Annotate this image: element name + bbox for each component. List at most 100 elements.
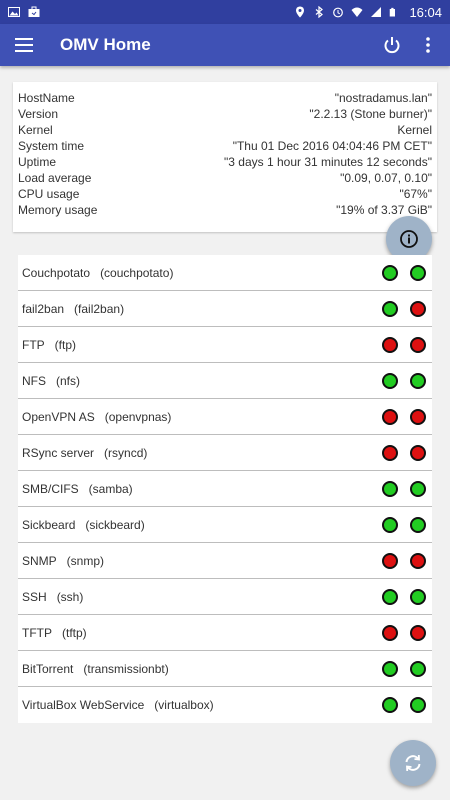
running-status-dot [410,697,426,713]
service-name: NFS [22,373,46,388]
service-name: VirtualBox WebService [22,698,145,712]
alarm-icon [333,7,344,18]
service-status-indicators [382,624,432,641]
services-list: Couchpotato (couchpotato) fail2ban (fail2ba… [18,255,432,723]
service-status-indicators [382,552,432,569]
info-value: "3 days 1 hour 31 minutes 12 seconds" [224,155,432,169]
info-row-cpu-usage: CPU usage "67%" [18,186,432,202]
enabled-status-dot [382,372,398,389]
service-name: FTP [22,337,45,352]
enabled-status-dot [382,480,398,497]
enabled-status-dot [382,336,398,353]
refresh-fab[interactable] [390,740,436,786]
signal-icon [371,7,382,17]
service-id: (samba) [88,481,133,496]
service-name: fail2ban [22,301,65,316]
service-name: SSH [22,589,47,604]
info-value: "19% of 3.37 GiB" [336,203,432,217]
system-info-card: HostName "nostradamus.lan" Version "2.2.13… [13,82,437,232]
service-id: (fail2ban) [74,301,125,316]
service-status-indicators [382,372,432,389]
info-key: HostName [18,91,75,105]
info-key: Uptime [18,155,57,169]
service-status-indicators [382,660,432,677]
clock: 16:04 [409,4,442,20]
briefcase-icon [28,6,40,17]
service-row[interactable]: RSync server (rsyncd) [18,435,432,471]
service-name: SNMP [22,553,57,568]
running-status-dot [410,660,426,677]
running-status-dot [410,624,426,641]
enabled-status-dot [382,552,398,569]
more-options-button[interactable] [410,24,446,66]
running-status-dot [410,552,426,569]
running-status-dot [410,516,426,533]
service-status-indicators [382,588,432,605]
service-row[interactable]: Sickbeard (sickbeard) [18,507,432,543]
service-status-indicators [382,516,432,533]
service-id: (openvpnas) [104,409,172,424]
service-id: (rsyncd) [104,445,148,460]
info-row-memory-usage: Memory usage "19% of 3.37 GiB" [18,202,432,218]
info-key: Memory usage [18,203,98,217]
service-name: OpenVPN AS [22,409,95,424]
info-value: "nostradamus.lan" [334,91,432,105]
service-row[interactable]: VirtualBox WebService (virtualbox) [18,687,432,723]
running-status-dot [410,372,426,389]
enabled-status-dot [382,624,398,641]
enabled-status-dot [382,660,398,677]
service-id: (snmp) [66,553,105,568]
menu-button[interactable] [0,24,48,66]
service-row[interactable]: Couchpotato (couchpotato) [18,255,432,291]
service-row[interactable]: NFS (nfs) [18,363,432,399]
app-bar: OMV Home [0,24,450,66]
info-value: Kernel [397,123,432,137]
service-id: (couchpotato) [100,265,174,280]
power-icon [384,37,400,54]
service-id: (virtualbox) [154,698,214,712]
enabled-status-dot [382,300,398,317]
service-id: (ftp) [54,337,77,352]
service-row[interactable]: SSH (ssh) [18,579,432,615]
service-row[interactable]: SNMP (snmp) [18,543,432,579]
service-status-indicators [382,444,432,461]
info-key: Kernel [18,123,53,137]
service-status-indicators [382,480,432,497]
service-id: (transmissionbt) [83,661,169,676]
bluetooth-icon [316,6,324,18]
wifi-icon [351,7,363,17]
service-row[interactable]: FTP (ftp) [18,327,432,363]
info-value: "0.09, 0.07, 0.10" [340,171,432,185]
battery-icon [390,7,396,17]
info-key: Version [18,107,59,121]
service-name: TFTP [22,625,52,640]
service-row[interactable]: TFTP (tftp) [18,615,432,651]
service-row[interactable]: OpenVPN AS (openvpnas) [18,399,432,435]
info-row-system-time: System time "Thu 01 Dec 2016 04:04:46 PM … [18,138,432,154]
refresh-icon [405,754,421,772]
enabled-status-dot [382,697,398,713]
service-row[interactable]: BitTorrent (transmissionbt) [18,651,432,687]
service-row[interactable]: fail2ban (fail2ban) [18,291,432,327]
service-status-indicators [382,697,432,713]
menu-icon [15,38,33,52]
page-title: OMV Home [60,35,151,54]
running-status-dot [410,408,426,425]
info-key: Load average [18,171,92,185]
info-row-load-average: Load average "0.09, 0.07, 0.10" [18,170,432,186]
running-status-dot [410,444,426,461]
info-value: "2.2.13 (Stone burner)" [309,107,432,121]
service-id: (ssh) [56,589,84,604]
running-status-dot [410,480,426,497]
service-name: Couchpotato [22,265,91,280]
service-status-indicators [382,336,432,353]
service-name: Sickbeard [22,517,76,532]
info-key: CPU usage [18,187,80,201]
service-name: BitTorrent [22,661,74,676]
service-row[interactable]: SMB/CIFS (samba) [18,471,432,507]
enabled-status-dot [382,408,398,425]
service-status-indicators [382,264,432,281]
power-button[interactable] [374,24,410,66]
service-name: SMB/CIFS [22,481,79,496]
enabled-status-dot [382,588,398,605]
